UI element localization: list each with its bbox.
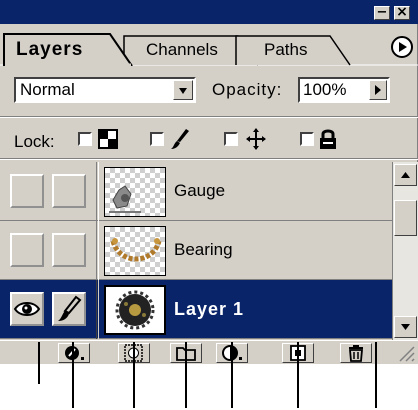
layer-row-bearing[interactable]: Bearing: [0, 221, 392, 280]
callout-line: [375, 342, 377, 408]
eye-icon: [13, 302, 41, 316]
blend-mode-select[interactable]: Normal: [14, 77, 196, 103]
layer-thumbnail: [104, 285, 166, 335]
chevron-down-icon[interactable]: [173, 80, 193, 100]
layer-thumbnail: [104, 226, 166, 276]
callout-line: [231, 342, 233, 408]
callout-line: [185, 342, 187, 408]
palette-bottom-toolbar: [0, 340, 418, 364]
divider: [0, 116, 418, 118]
opacity-input[interactable]: 100%: [298, 77, 390, 103]
lock-image-checkbox[interactable]: [150, 132, 164, 146]
visibility-toggle[interactable]: [10, 233, 44, 267]
link-toggle[interactable]: [52, 292, 86, 326]
lock-all-icon: [320, 129, 336, 149]
lock-position-icon: [246, 128, 266, 150]
layer-style-button[interactable]: [58, 343, 90, 363]
tab-channels[interactable]: Channels: [146, 40, 218, 60]
gauge-thumbnail-image: [109, 185, 141, 213]
tab-bar: Layers Channels Paths: [0, 24, 418, 66]
layer-thumbnail: [104, 167, 166, 217]
trash-icon: [349, 345, 363, 362]
callout-line: [133, 342, 135, 408]
callout-line: [297, 342, 299, 408]
link-toggle[interactable]: [52, 174, 86, 208]
opacity-value: 100%: [303, 80, 347, 99]
column-divider: [96, 280, 99, 339]
gear-thumbnail-image: [115, 290, 155, 330]
divider: [0, 158, 418, 160]
delete-layer-button[interactable]: [340, 343, 372, 363]
scroll-up-button[interactable]: [394, 164, 417, 186]
triangle-up-icon: [401, 172, 410, 178]
visibility-toggle[interactable]: [10, 174, 44, 208]
palette-menu-arrow-icon[interactable]: [391, 36, 413, 58]
layer-list: Gauge Bearing Layer 1: [0, 162, 392, 340]
callout-line: [38, 342, 40, 384]
layer-name[interactable]: Gauge: [174, 181, 225, 201]
lock-transparency-checkbox[interactable]: [78, 132, 92, 146]
column-divider: [96, 221, 99, 280]
lock-transparency-icon: [98, 129, 118, 149]
bearing-thumbnail-image: [110, 238, 162, 262]
palette-titlebar[interactable]: − ×: [0, 0, 418, 24]
resize-grip-icon[interactable]: [396, 343, 416, 363]
tab-layers[interactable]: Layers: [16, 39, 83, 61]
layer-name[interactable]: Bearing: [174, 240, 233, 260]
tab-paths[interactable]: Paths: [264, 40, 307, 60]
close-button[interactable]: ×: [394, 5, 410, 20]
column-divider: [96, 162, 99, 221]
opacity-label: Opacity:: [212, 80, 283, 99]
callout-line: [72, 342, 74, 408]
lock-image-icon: [171, 129, 189, 149]
link-toggle[interactable]: [52, 233, 86, 267]
paintbrush-icon: [58, 295, 82, 321]
triangle-down-icon: [401, 324, 410, 330]
lock-position-checkbox[interactable]: [224, 132, 238, 146]
scroll-thumb[interactable]: [394, 200, 417, 236]
layer-list-scrollbar[interactable]: [392, 162, 418, 340]
lock-label: Lock:: [14, 132, 55, 151]
blend-mode-value: Normal: [20, 80, 75, 99]
lock-all-checkbox[interactable]: [300, 132, 314, 146]
scroll-down-button[interactable]: [394, 316, 417, 338]
visibility-toggle[interactable]: [10, 292, 44, 326]
opacity-slider-arrow-icon[interactable]: [369, 80, 387, 100]
layer-row-gauge[interactable]: Gauge: [0, 162, 392, 221]
minimize-button[interactable]: −: [374, 6, 390, 20]
layer-style-icon: [65, 346, 84, 360]
layers-palette: − × Layers Channels Paths Normal Opacity…: [0, 0, 418, 364]
layer-name[interactable]: Layer 1: [174, 299, 244, 320]
layer-row-layer-1[interactable]: Layer 1: [0, 280, 392, 339]
